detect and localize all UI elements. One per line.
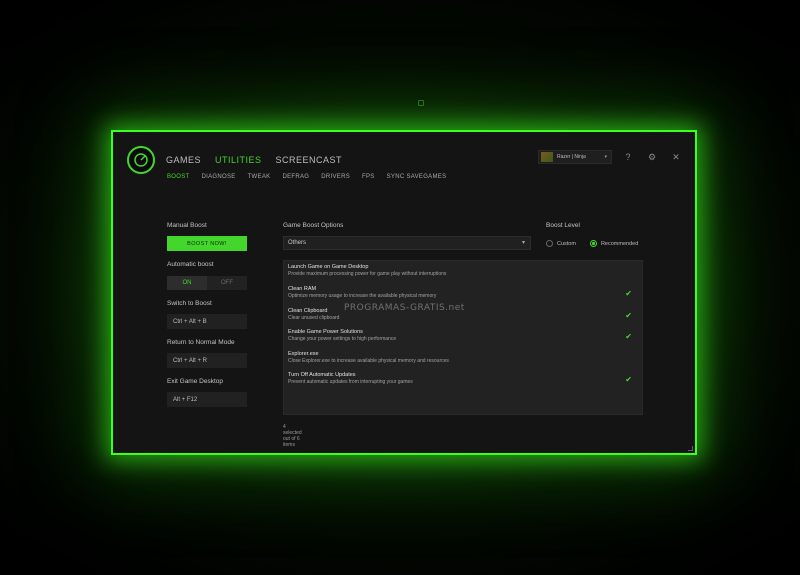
radio-custom-label[interactable]: Custom (557, 241, 576, 247)
tab-games[interactable]: GAMES (166, 155, 201, 165)
option-title: Launch Game on Game Desktop (288, 264, 369, 270)
exit-desktop-hotkey-field[interactable]: Alt + F12 (167, 392, 247, 407)
automatic-boost-label: Automatic boost (167, 261, 214, 268)
list-item[interactable]: Launch Game on Game Desktop Provide maxi… (288, 264, 640, 277)
subtab-sync-savegames[interactable]: SYNC SAVEGAMES (387, 174, 447, 180)
chevron-down-icon: ▾ (521, 240, 525, 246)
resize-handle[interactable] (688, 446, 693, 451)
boost-now-button[interactable]: BOOST NOW! (167, 236, 247, 251)
exit-desktop-label: Exit Game Desktop (167, 378, 223, 385)
list-item[interactable]: Clean RAM Optimize memory usage to incre… (288, 286, 640, 313)
sub-nav: BOOST DIAGNOSE TWEAK DEFRAG DRIVERS FPS … (167, 174, 446, 180)
option-desc: Optimize memory usage to increase the av… (288, 293, 437, 299)
subtab-boost[interactable]: BOOST (167, 174, 190, 180)
option-desc: Close Explorer.exe to increase available… (288, 358, 449, 364)
check-icon[interactable]: ✔ (625, 375, 632, 384)
automatic-boost-toggle[interactable]: ON OFF (167, 276, 247, 290)
razer-logo-icon[interactable] (127, 146, 155, 174)
list-item[interactable]: Clean Clipboard Clear unused clipboard ✔ (288, 308, 640, 321)
check-icon[interactable]: ✔ (625, 311, 632, 320)
close-icon[interactable]: ✕ (671, 152, 681, 162)
list-item[interactable]: Enable Game Power Solutions Change your … (288, 329, 640, 342)
radio-recommended-label[interactable]: Recommended (601, 241, 638, 247)
return-normal-hotkey-field[interactable]: Ctrl + Alt + R (167, 353, 247, 368)
subtab-fps[interactable]: FPS (362, 174, 375, 180)
option-title: Turn Off Automatic Updates (288, 372, 356, 378)
background-mark (418, 100, 424, 106)
options-select[interactable]: Others ▾ (283, 236, 531, 250)
app-window: GAMES UTILITIES SCREENCAST BOOST DIAGNOS… (111, 130, 697, 455)
boost-level-label: Boost Level (546, 222, 580, 229)
option-desc: Clear unused clipboard (288, 315, 340, 321)
option-desc: Provide maximum processing power for gam… (288, 271, 447, 277)
avatar (541, 152, 553, 162)
subtab-diagnose[interactable]: DIAGNOSE (202, 174, 236, 180)
profile-dropdown[interactable]: Razer | Ninja ▾ (538, 150, 612, 164)
option-title: Enable Game Power Solutions (288, 329, 363, 335)
switch-boost-hotkey-field[interactable]: Ctrl + Alt + B (167, 314, 247, 329)
radio-recommended[interactable] (589, 240, 597, 247)
tab-utilities[interactable]: UTILITIES (215, 155, 262, 165)
switch-boost-label: Switch to Boost (167, 300, 212, 307)
manual-boost-label: Manual Boost (167, 222, 207, 229)
gear-icon[interactable]: ⚙ (647, 152, 657, 162)
boost-level-radios: Custom Recommended (546, 240, 648, 247)
help-icon[interactable]: ? (623, 152, 633, 162)
options-select-value: Others (288, 240, 307, 246)
tab-screencast[interactable]: SCREENCAST (276, 155, 343, 165)
check-icon[interactable]: ✔ (625, 332, 632, 341)
toggle-off[interactable]: OFF (207, 276, 247, 290)
subtab-tweak[interactable]: TWEAK (248, 174, 271, 180)
return-normal-label: Return to Normal Mode (167, 339, 235, 346)
option-desc: Prevent automatic updates from interrupt… (288, 379, 413, 385)
option-title: Explorer.exe (288, 351, 319, 357)
radio-custom[interactable] (546, 240, 553, 247)
chevron-down-icon: ▾ (604, 154, 607, 160)
subtab-drivers[interactable]: DRIVERS (321, 174, 350, 180)
options-list: Launch Game on Game Desktop Provide maxi… (283, 260, 643, 415)
option-desc: Change your power settings to high perfo… (288, 336, 397, 342)
profile-name: Razer | Ninja (557, 154, 586, 160)
option-title: Clean Clipboard (288, 308, 328, 314)
toggle-on[interactable]: ON (167, 276, 207, 290)
option-title: Clean RAM (288, 286, 317, 292)
subtab-defrag[interactable]: DEFRAG (282, 174, 309, 180)
check-icon[interactable]: ✔ (625, 289, 632, 298)
selected-count: 4 selected out of 6 items (283, 424, 302, 448)
options-label: Game Boost Options (283, 222, 344, 229)
list-item[interactable]: Turn Off Automatic Updates Prevent autom… (288, 372, 640, 385)
main-nav: GAMES UTILITIES SCREENCAST (166, 155, 342, 165)
list-item[interactable]: Explorer.exe Close Explorer.exe to incre… (288, 351, 640, 364)
